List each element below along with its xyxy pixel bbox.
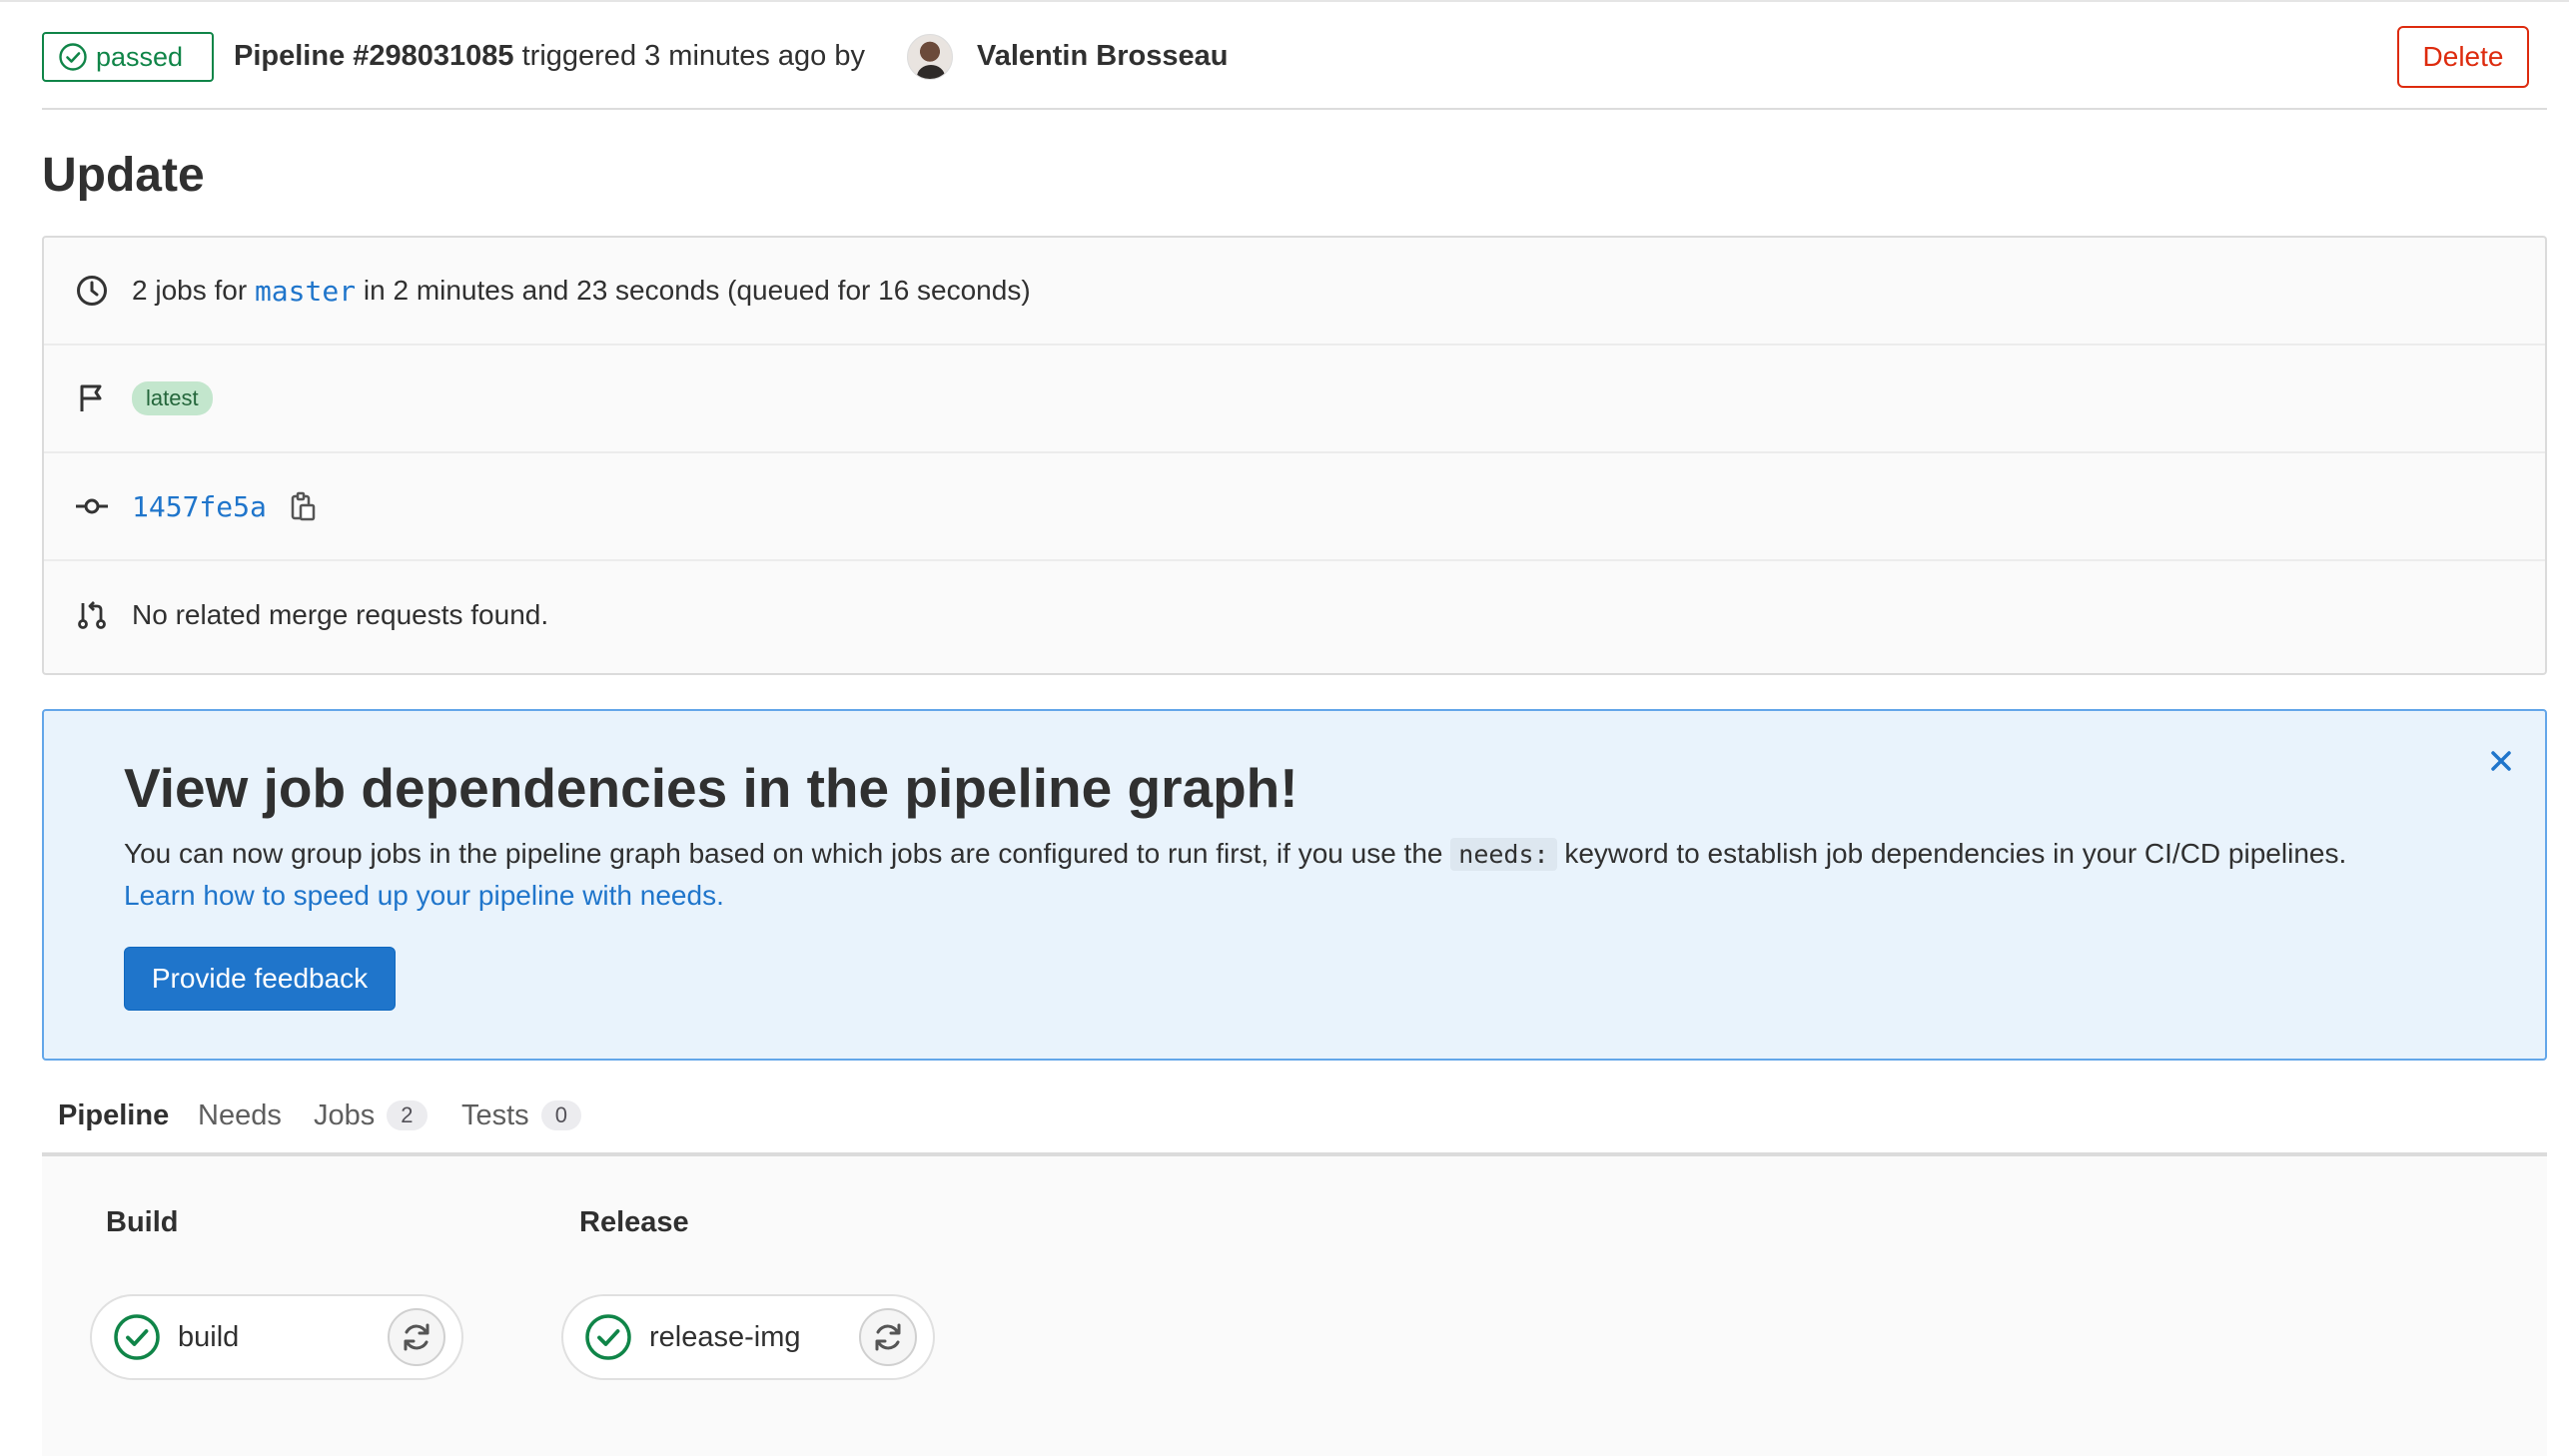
info-row-tags: latest (44, 346, 2545, 453)
commit-sha-link[interactable]: 1457fe5a (132, 490, 267, 523)
branch-link[interactable]: master (255, 275, 356, 308)
needs-docs-link[interactable]: Learn how to speed up your pipeline with… (124, 875, 724, 917)
delete-button[interactable]: Delete (2397, 26, 2529, 88)
jobs-prefix: 2 jobs for (132, 275, 248, 306)
merge-requests-text: No related merge requests found. (132, 599, 549, 630)
latest-badge: latest (132, 381, 213, 415)
stage-title-build: Build (106, 1206, 179, 1238)
tab-jobs[interactable]: Jobs 2 (314, 1075, 428, 1156)
triggered-text: triggered 3 minutes ago by (521, 40, 865, 72)
info-row-jobs: 2 jobs for master in 2 minutes and 23 se… (44, 238, 2545, 346)
info-row-commit: 1457fe5a (44, 453, 2545, 561)
pipeline-graph-alert: View job dependencies in the pipeline gr… (42, 709, 2547, 1061)
job-release-img[interactable]: release-img (561, 1294, 935, 1380)
retry-icon (875, 1323, 901, 1351)
job-name: build (178, 1320, 240, 1353)
status-success-icon (59, 43, 87, 71)
commit-icon (76, 498, 108, 514)
tab-needs[interactable]: Needs (198, 1075, 282, 1156)
flag-icon (80, 384, 102, 411)
pipeline-tabs: Pipeline Needs Jobs 2 Tests 0 (42, 1075, 2547, 1160)
alert-body-prefix: You can now group jobs in the pipeline g… (124, 838, 1443, 869)
status-badge[interactable]: passed (42, 32, 214, 82)
pipeline-id: Pipeline #298031085 (234, 40, 514, 72)
retry-icon (404, 1323, 429, 1351)
pipeline-header: passed Pipeline #298031085 triggered 3 m… (42, 2, 2547, 110)
job-success-icon (114, 1314, 160, 1360)
jobs-duration: in 2 minutes and 23 seconds (queued for … (363, 275, 1031, 306)
pipeline-summary: Pipeline #298031085 triggered 3 minutes … (234, 36, 865, 76)
job-build[interactable]: build (90, 1294, 463, 1380)
retry-button[interactable] (859, 1308, 917, 1366)
alert-body: You can now group jobs in the pipeline g… (124, 833, 2346, 876)
page-title: Update (42, 149, 205, 202)
pipeline-info-box: 2 jobs for master in 2 minutes and 23 se… (42, 236, 2547, 675)
alert-title: View job dependencies in the pipeline gr… (124, 757, 1298, 819)
close-icon[interactable] (2483, 743, 2519, 779)
provide-feedback-button[interactable]: Provide feedback (124, 947, 396, 1011)
retry-button[interactable] (388, 1308, 445, 1366)
jobs-count-badge: 2 (387, 1100, 428, 1130)
tab-pipeline-label: Pipeline (58, 1098, 170, 1131)
author-link[interactable]: Valentin Brosseau (977, 36, 1228, 76)
tab-pipeline[interactable]: Pipeline (58, 1075, 184, 1160)
tab-tests[interactable]: Tests 0 (461, 1075, 581, 1156)
merge-request-icon (78, 601, 106, 629)
copy-icon[interactable] (287, 490, 319, 522)
tests-count-badge: 0 (540, 1100, 581, 1130)
avatar[interactable] (907, 34, 953, 80)
needs-keyword: needs: (1450, 838, 1557, 871)
tab-jobs-label: Jobs (314, 1098, 376, 1131)
job-name: release-img (649, 1320, 801, 1353)
info-row-merge-requests: No related merge requests found. (44, 561, 2545, 669)
status-label: passed (96, 41, 184, 72)
pipeline-graph: Build build Release release-img (42, 1156, 2547, 1456)
clock-icon (77, 276, 107, 306)
stage-title-release: Release (579, 1206, 689, 1238)
alert-body-suffix: keyword to establish job dependencies in… (1564, 838, 2347, 869)
tab-tests-label: Tests (461, 1098, 529, 1131)
tab-needs-label: Needs (198, 1098, 282, 1131)
job-success-icon (585, 1314, 631, 1360)
